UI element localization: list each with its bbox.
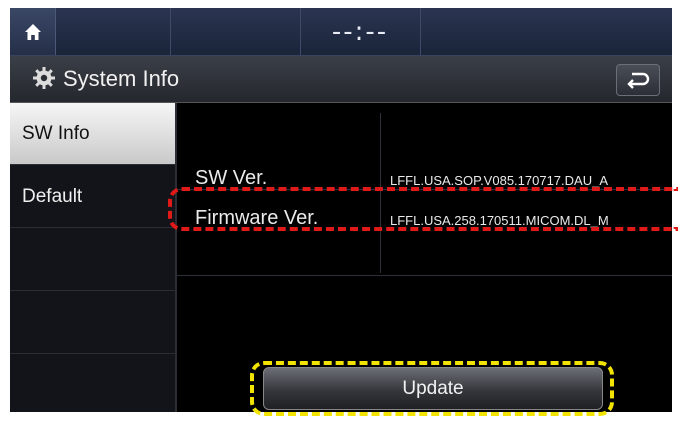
sidebar: SW Info Default	[10, 103, 177, 412]
home-icon	[24, 23, 41, 40]
sidebar-item-sw-info[interactable]: SW Info	[10, 103, 175, 165]
sidebar-item-default[interactable]: Default	[10, 166, 175, 228]
status-divider	[170, 8, 171, 55]
home-button[interactable]	[10, 8, 56, 55]
page-title: System Info	[63, 66, 180, 91]
gear-icon	[33, 67, 55, 89]
status-bar: --:--	[10, 8, 672, 56]
status-divider	[420, 8, 421, 55]
back-arrow-icon	[627, 72, 650, 89]
back-button[interactable]	[616, 64, 660, 96]
clock: --:--	[331, 16, 389, 47]
row-divider	[177, 275, 672, 276]
sidebar-empty-slot	[10, 229, 175, 291]
update-button[interactable]: Update	[263, 367, 603, 410]
firmware-highlight-box	[168, 187, 678, 231]
sw-version-value: LFFL.USA.SOP.V085.170717.DAU_A	[390, 173, 608, 188]
sidebar-empty-slot	[10, 292, 175, 354]
title-bar: System Info	[10, 56, 672, 103]
